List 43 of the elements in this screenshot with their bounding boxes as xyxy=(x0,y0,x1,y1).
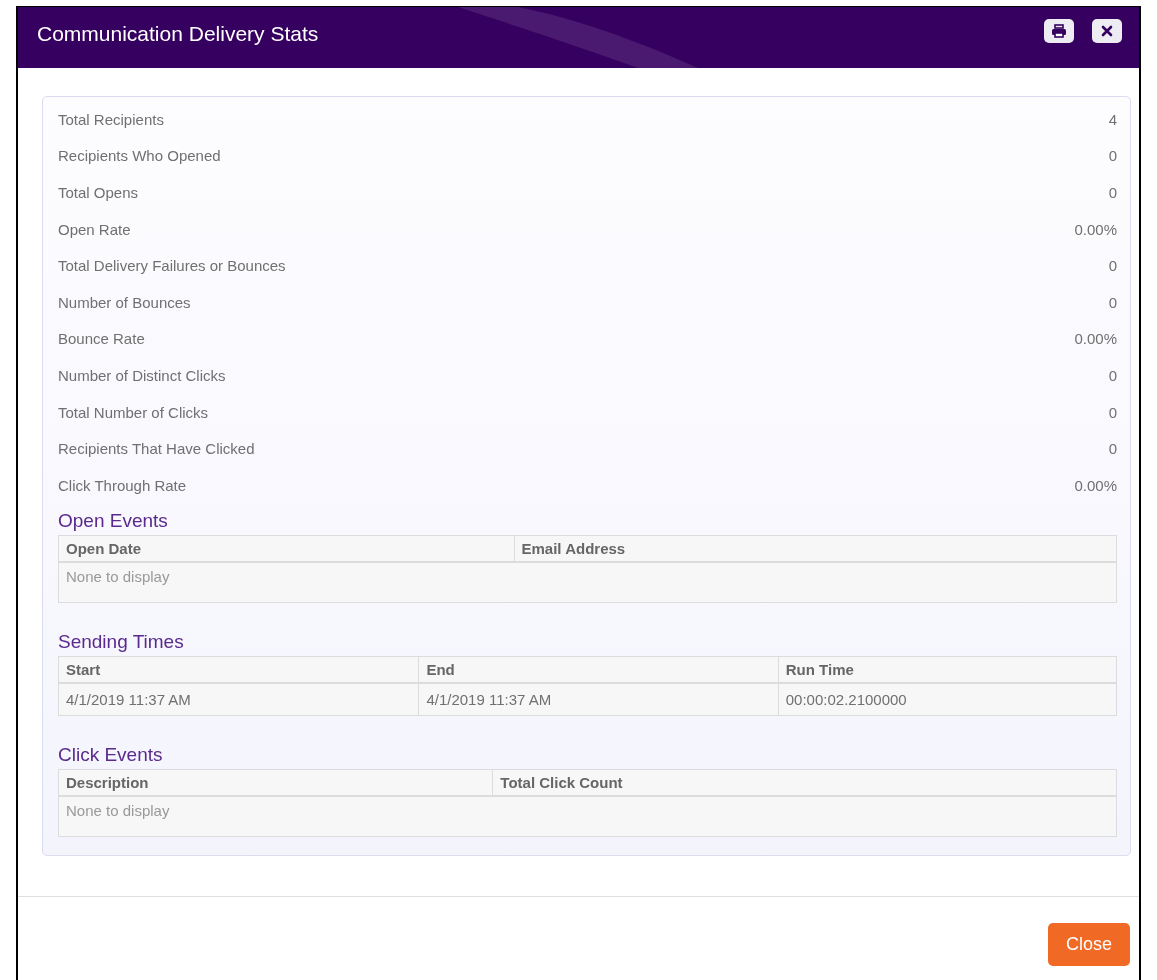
stat-label: Recipients Who Opened xyxy=(58,147,221,165)
table-cell: 4/1/2019 11:37 AM xyxy=(418,683,778,715)
section-title: Click Events xyxy=(58,743,164,766)
stat-value: 0 xyxy=(1108,293,1117,311)
section-title: Sending Times xyxy=(58,630,185,653)
column-header: Start xyxy=(65,659,102,680)
stat-label: Total Recipients xyxy=(58,110,164,128)
stat-label: Recipients That Have Clicked xyxy=(58,440,255,458)
empty-message: None to display xyxy=(66,567,170,585)
stat-value: 0.00% xyxy=(1074,330,1117,348)
stat-label: Total Opens xyxy=(58,184,139,201)
stat-label: Total Delivery Failures or Bounces xyxy=(58,257,286,275)
close-icon-button[interactable] xyxy=(1092,18,1122,43)
empty-message: None to display xyxy=(66,801,170,819)
window-title: Communication Delivery Stats xyxy=(37,21,319,46)
stat-label: Open Rate xyxy=(58,220,131,238)
column-header: Run Time xyxy=(777,656,1116,682)
column-header: End xyxy=(418,656,778,682)
stat-label: Total Number of Clicks xyxy=(58,403,209,421)
column-header: Email Address xyxy=(513,535,1116,561)
column-header: Open Date xyxy=(65,538,142,559)
stat-value: 0 xyxy=(1108,184,1117,201)
stat-label: Bounce Rate xyxy=(58,330,145,348)
stat-label: Number of Distinct Clicks xyxy=(58,366,226,384)
stat-value: 4 xyxy=(1108,110,1117,128)
stat-value: 0 xyxy=(1108,366,1117,384)
close-icon xyxy=(1101,24,1113,37)
print-button[interactable] xyxy=(1044,18,1074,43)
column-header: Description xyxy=(65,772,150,793)
print-icon xyxy=(1051,23,1067,38)
section-title: Open Events xyxy=(58,509,169,532)
stat-value: 0.00% xyxy=(1074,476,1117,494)
stat-value: 0 xyxy=(1108,257,1117,275)
table-cell-text: 4/1/2019 11:37 AM xyxy=(65,689,192,710)
column-header: Total Click Count xyxy=(492,769,1116,795)
stat-label: Click Through Rate xyxy=(58,476,187,494)
stat-value: 0 xyxy=(1108,147,1117,165)
stat-label: Number of Bounces xyxy=(58,293,191,311)
stat-value: 0 xyxy=(1108,403,1117,421)
table-cell: 00:00:02.2100000 xyxy=(777,683,1116,715)
stat-value: 0 xyxy=(1108,440,1117,458)
stat-value: 0.00% xyxy=(1074,220,1117,238)
close-button[interactable]: Close xyxy=(1047,923,1130,966)
